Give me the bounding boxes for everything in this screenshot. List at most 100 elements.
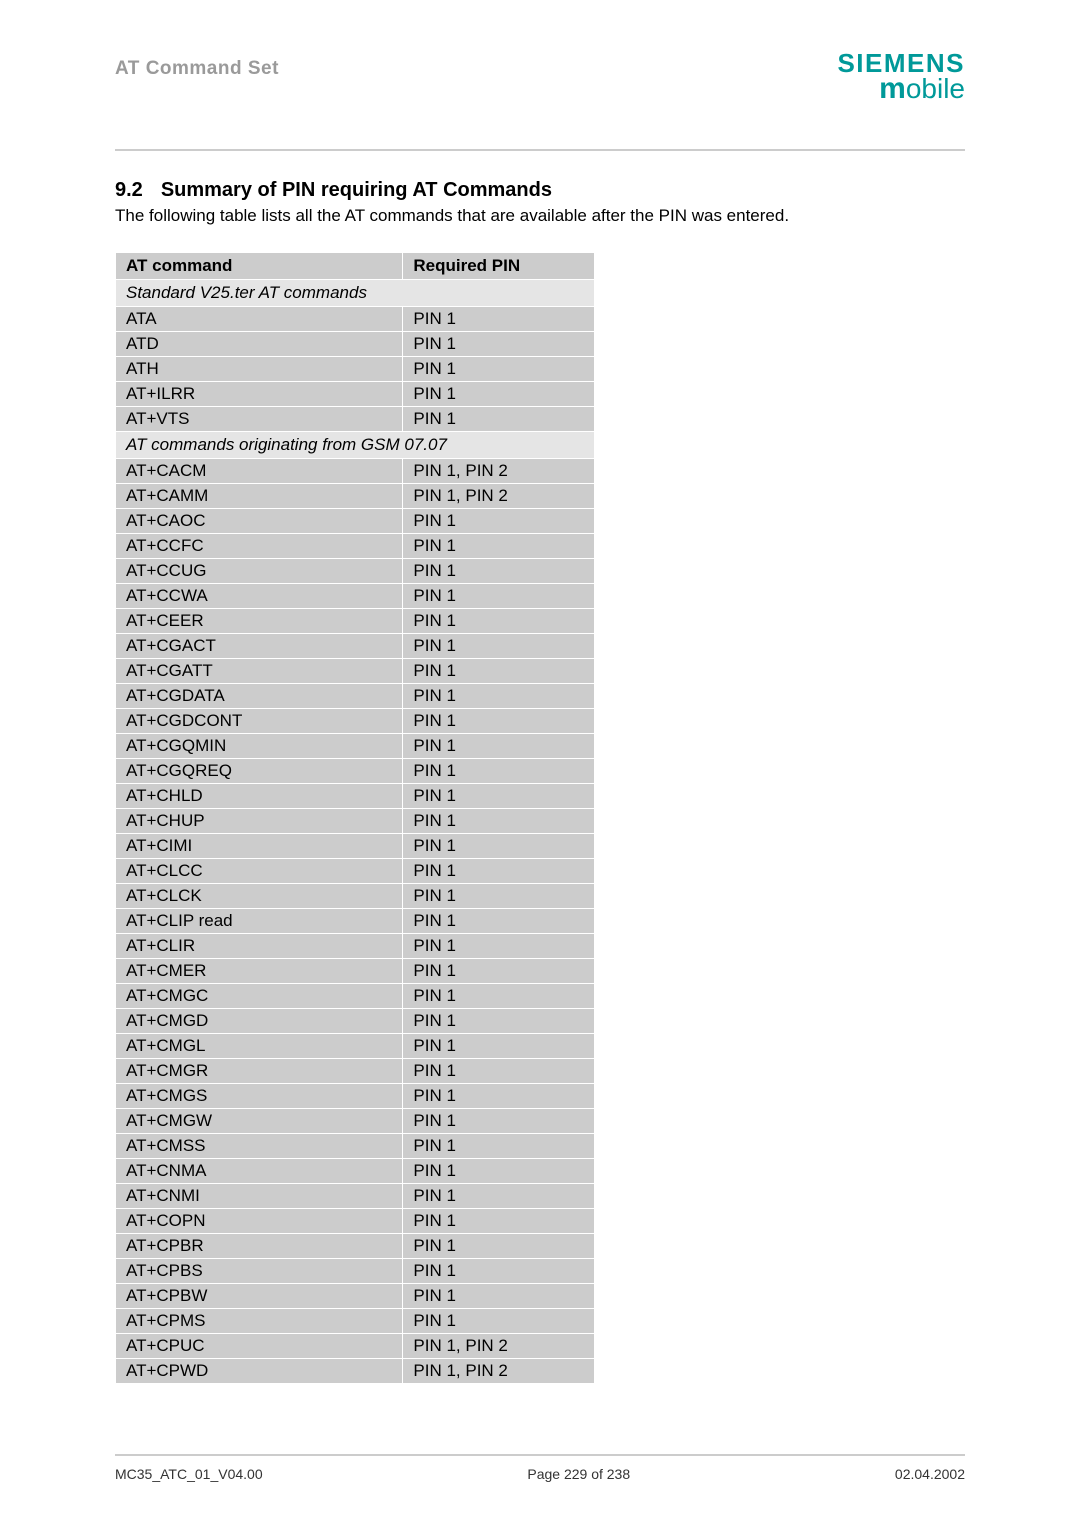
cell-at-command: AT+CPMS <box>116 1309 403 1334</box>
cell-at-command: AT+CLCK <box>116 884 403 909</box>
footer-date: 02.04.2002 <box>895 1466 965 1482</box>
table-row: AT+CMGRPIN 1 <box>116 1059 595 1084</box>
footer-doc-id: MC35_ATC_01_V04.00 <box>115 1466 263 1482</box>
table-row: AT+CPMSPIN 1 <box>116 1309 595 1334</box>
logo-mobile-rest: obile <box>906 73 965 104</box>
cell-at-command: AT+CPUC <box>116 1334 403 1359</box>
header-required-pin: Required PIN <box>403 253 595 280</box>
cell-at-command: AT+ILRR <box>116 382 403 407</box>
table-row: AT+CIMIPIN 1 <box>116 834 595 859</box>
doc-title: AT Command Set <box>115 58 279 80</box>
cell-at-command: AT+CCUG <box>116 559 403 584</box>
header-at-command: AT command <box>116 253 403 280</box>
table-group-row: Standard V25.ter AT commands <box>116 280 595 307</box>
cell-required-pin: PIN 1 <box>403 332 595 357</box>
cell-required-pin: PIN 1 <box>403 1009 595 1034</box>
cell-required-pin: PIN 1 <box>403 1059 595 1084</box>
table-row: AT+CACMPIN 1, PIN 2 <box>116 459 595 484</box>
table-row: AT+CCUGPIN 1 <box>116 559 595 584</box>
cell-required-pin: PIN 1 <box>403 509 595 534</box>
table-row: AT+CPWDPIN 1, PIN 2 <box>116 1359 595 1384</box>
footer-page-number: Page 229 of 238 <box>527 1466 630 1482</box>
table-row: AT+CHUPPIN 1 <box>116 809 595 834</box>
cell-required-pin: PIN 1 <box>403 934 595 959</box>
cell-required-pin: PIN 1 <box>403 584 595 609</box>
cell-at-command: AT+CMGL <box>116 1034 403 1059</box>
cell-required-pin: PIN 1 <box>403 784 595 809</box>
table-row: ATAPIN 1 <box>116 307 595 332</box>
cell-at-command: AT+CEER <box>116 609 403 634</box>
cell-at-command: AT+CMGS <box>116 1084 403 1109</box>
cell-at-command: AT+CMGW <box>116 1109 403 1134</box>
at-command-table: AT command Required PIN Standard V25.ter… <box>115 252 595 1384</box>
cell-required-pin: PIN 1 <box>403 1309 595 1334</box>
cell-required-pin: PIN 1 <box>403 1234 595 1259</box>
cell-at-command: AT+CACM <box>116 459 403 484</box>
page-header: AT Command Set SIEMENS mobile <box>115 50 965 119</box>
table-row: AT+CMGDPIN 1 <box>116 1009 595 1034</box>
footer-divider <box>115 1454 965 1456</box>
cell-required-pin: PIN 1 <box>403 909 595 934</box>
cell-at-command: AT+COPN <box>116 1209 403 1234</box>
section-number: 9.2 <box>115 179 143 201</box>
cell-at-command: AT+CGATT <box>116 659 403 684</box>
cell-required-pin: PIN 1 <box>403 1284 595 1309</box>
cell-required-pin: PIN 1 <box>403 759 595 784</box>
table-row: AT+CPUCPIN 1, PIN 2 <box>116 1334 595 1359</box>
cell-at-command: AT+CGQMIN <box>116 734 403 759</box>
table-row: AT+VTSPIN 1 <box>116 407 595 432</box>
footer-row: MC35_ATC_01_V04.00 Page 229 of 238 02.04… <box>115 1466 965 1482</box>
cell-required-pin: PIN 1 <box>403 559 595 584</box>
cell-at-command: AT+CMSS <box>116 1134 403 1159</box>
cell-at-command: AT+CIMI <box>116 834 403 859</box>
table-row: AT+CMGWPIN 1 <box>116 1109 595 1134</box>
section-intro: The following table lists all the AT com… <box>115 206 965 226</box>
table-row: AT+CPBSPIN 1 <box>116 1259 595 1284</box>
table-row: AT+CMGSPIN 1 <box>116 1084 595 1109</box>
cell-required-pin: PIN 1 <box>403 1034 595 1059</box>
table-row: AT+CNMAPIN 1 <box>116 1159 595 1184</box>
table-group-label: Standard V25.ter AT commands <box>116 280 595 307</box>
table-row: ATHPIN 1 <box>116 357 595 382</box>
table-row: AT+COPNPIN 1 <box>116 1209 595 1234</box>
cell-required-pin: PIN 1, PIN 2 <box>403 1334 595 1359</box>
cell-required-pin: PIN 1 <box>403 1159 595 1184</box>
cell-required-pin: PIN 1 <box>403 959 595 984</box>
table-row: AT+CPBWPIN 1 <box>116 1284 595 1309</box>
table-row: AT+CEERPIN 1 <box>116 609 595 634</box>
cell-at-command: AT+CGDCONT <box>116 709 403 734</box>
cell-at-command: ATH <box>116 357 403 382</box>
table-row: AT+CHLDPIN 1 <box>116 784 595 809</box>
cell-required-pin: PIN 1 <box>403 1259 595 1284</box>
cell-at-command: AT+CNMA <box>116 1159 403 1184</box>
cell-required-pin: PIN 1 <box>403 534 595 559</box>
cell-required-pin: PIN 1 <box>403 307 595 332</box>
cell-at-command: AT+CLCC <box>116 859 403 884</box>
cell-at-command: AT+CMGC <box>116 984 403 1009</box>
table-row: AT+CAOCPIN 1 <box>116 509 595 534</box>
table-group-row: AT commands originating from GSM 07.07 <box>116 432 595 459</box>
cell-required-pin: PIN 1 <box>403 407 595 432</box>
cell-required-pin: PIN 1 <box>403 984 595 1009</box>
cell-at-command: AT+CAMM <box>116 484 403 509</box>
cell-required-pin: PIN 1 <box>403 357 595 382</box>
section-heading: 9.2Summary of PIN requiring AT Commands <box>115 179 965 202</box>
cell-at-command: AT+CLIR <box>116 934 403 959</box>
header-divider <box>115 149 965 151</box>
cell-at-command: AT+CPBW <box>116 1284 403 1309</box>
table-row: AT+CLCKPIN 1 <box>116 884 595 909</box>
cell-required-pin: PIN 1, PIN 2 <box>403 459 595 484</box>
table-row: AT+CLIRPIN 1 <box>116 934 595 959</box>
cell-at-command: AT+CHUP <box>116 809 403 834</box>
cell-required-pin: PIN 1 <box>403 684 595 709</box>
table-row: AT+CNMIPIN 1 <box>116 1184 595 1209</box>
cell-at-command: AT+CNMI <box>116 1184 403 1209</box>
page: AT Command Set SIEMENS mobile 9.2Summary… <box>0 0 1080 1528</box>
table-row: ATDPIN 1 <box>116 332 595 357</box>
cell-required-pin: PIN 1 <box>403 859 595 884</box>
cell-required-pin: PIN 1 <box>403 634 595 659</box>
cell-required-pin: PIN 1 <box>403 1209 595 1234</box>
cell-required-pin: PIN 1 <box>403 1184 595 1209</box>
table-row: AT+CGDCONTPIN 1 <box>116 709 595 734</box>
cell-required-pin: PIN 1 <box>403 1109 595 1134</box>
